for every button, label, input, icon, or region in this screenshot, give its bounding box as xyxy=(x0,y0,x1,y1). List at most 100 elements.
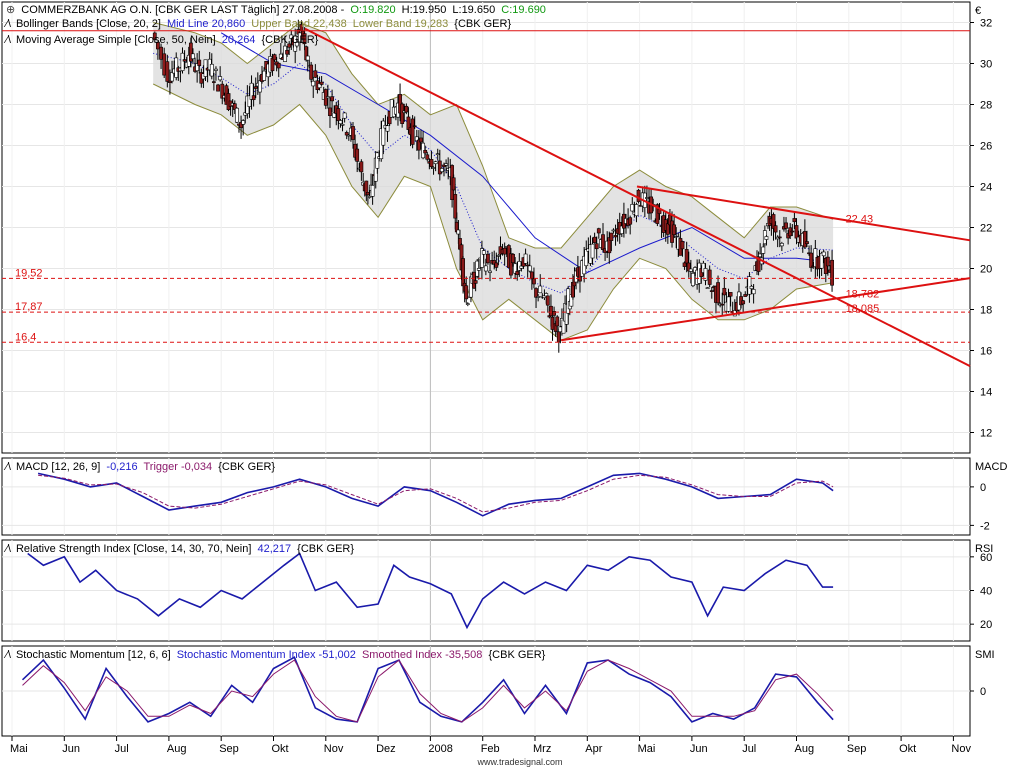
candle-body xyxy=(165,61,170,82)
candle-body xyxy=(218,76,223,81)
candle-body xyxy=(680,241,685,250)
rsi-tick-label: 20 xyxy=(980,619,992,631)
bollinger-lower-value: Lower Band 19,283 xyxy=(353,18,448,30)
candle-body xyxy=(784,222,788,229)
candle-body xyxy=(743,294,748,297)
level-label: 17,87 xyxy=(15,301,43,313)
candle-body xyxy=(515,271,520,275)
candle-body xyxy=(412,125,417,128)
candle-body xyxy=(764,236,769,240)
candle-body xyxy=(440,168,444,172)
macd-label: MACD [12, 26, 9] xyxy=(16,461,100,473)
candle-body xyxy=(180,52,185,71)
candle-body xyxy=(705,287,710,290)
candle-body xyxy=(728,292,733,297)
candle-body xyxy=(682,262,687,267)
candle-body xyxy=(367,196,372,198)
time-tick-label: Mrz xyxy=(533,743,551,755)
candle-body xyxy=(536,296,541,298)
candle-body xyxy=(330,96,334,102)
candle-body xyxy=(435,153,440,156)
candle-body xyxy=(613,235,618,238)
candle-body xyxy=(790,230,795,233)
candle-body xyxy=(483,265,488,272)
price-panel: 19,52 17,87 16,4 22.43 18.782 18.085 12 14 16 18… xyxy=(1,1,992,454)
candle-body xyxy=(429,159,434,168)
price-tick-label: 32 xyxy=(980,18,992,30)
candle-body xyxy=(523,253,528,264)
candle-body xyxy=(722,287,727,296)
candle-body xyxy=(665,223,670,235)
candle-body xyxy=(584,249,589,267)
candle-body xyxy=(716,282,720,304)
candle-body xyxy=(464,285,469,300)
price-tick-label: 12 xyxy=(980,428,992,440)
candle-body xyxy=(726,296,731,312)
candle-body xyxy=(821,251,826,257)
candle-body xyxy=(594,243,599,250)
time-tick-label: Okt xyxy=(899,743,916,755)
candle-body xyxy=(309,64,314,80)
time-tick-label: Mai xyxy=(638,743,656,755)
time-tick-label: Jul xyxy=(115,743,129,755)
candle-body xyxy=(370,185,375,197)
candle-body xyxy=(170,72,174,82)
candle-body xyxy=(481,250,486,255)
candle-body xyxy=(319,81,324,85)
candle-body xyxy=(159,46,163,60)
candle-body xyxy=(209,63,214,77)
candle-body xyxy=(375,152,380,169)
candle-body xyxy=(444,163,448,166)
candle-body xyxy=(425,154,430,160)
macd-tick-label: 0 xyxy=(980,482,986,494)
candle-body xyxy=(555,316,560,327)
candle-body xyxy=(311,80,316,87)
rsi-panel: 204060 RSI ⁄\ Relative Strength Index [C… xyxy=(1,539,993,642)
candle-body xyxy=(691,273,695,287)
macd-value: -0,216 xyxy=(106,461,137,473)
header-line-1: ⊕ COMMERZBANK AG O.N. [CBK GER LAST Tägl… xyxy=(6,4,546,16)
candle-body xyxy=(162,53,167,76)
candle-body xyxy=(628,217,633,225)
level-annotation: 22.43 xyxy=(846,214,874,226)
footer-brand: www.tradesignal.com xyxy=(476,757,562,767)
candle-body xyxy=(684,249,689,264)
time-tick-label: Feb xyxy=(481,743,500,755)
currency-label: € xyxy=(975,5,981,17)
smi-smoothed-value: Smoothed Index -35,508 xyxy=(362,649,482,661)
candle-body xyxy=(779,242,784,247)
smi-header: ⁄\ Stochastic Momentum [12, 6, 6] Stocha… xyxy=(3,649,546,661)
time-tick-label: Sep xyxy=(219,743,239,755)
close-value: C:19.690 xyxy=(501,4,546,16)
level-label: 19,52 xyxy=(15,267,43,279)
candle-body xyxy=(709,290,714,292)
price-tick-label: 28 xyxy=(980,100,992,112)
macd-header: ⁄\ MACD [12, 26, 9] -0,216 Trigger -0,03… xyxy=(3,461,275,473)
rsi-tick-label: 40 xyxy=(980,586,992,598)
candle-body xyxy=(272,54,277,61)
macd-source: {CBK GER} xyxy=(218,461,275,473)
candle-body xyxy=(431,167,436,169)
candle-body xyxy=(545,295,550,306)
sma-label: Moving Average Simple [Close, 50, Nein] xyxy=(16,34,216,46)
chart-canvas: 19,52 17,87 16,4 22.43 18.782 18.085 12 14 16 18… xyxy=(0,0,1024,768)
macd-axis-title: MACD xyxy=(975,461,1007,473)
candle-body xyxy=(741,300,746,305)
price-tick-label: 14 xyxy=(980,387,992,399)
bollinger-label: Bollinger Bands [Close, 20, 2] xyxy=(16,18,161,30)
candle-body xyxy=(216,84,220,92)
macd-trigger-value: Trigger -0,034 xyxy=(143,461,212,473)
candle-body xyxy=(601,234,605,250)
candle-body xyxy=(381,120,386,146)
price-tick-label: 24 xyxy=(980,182,992,194)
candle-body xyxy=(596,228,601,234)
pin-icon: ⊕ xyxy=(6,4,15,16)
rsi-header: ⁄\ Relative Strength Index [Close, 14, 3… xyxy=(3,543,354,555)
candle-body xyxy=(313,70,318,78)
candle-body xyxy=(609,232,614,241)
candle-body xyxy=(338,120,343,124)
candle-body xyxy=(534,288,538,298)
rsi-label: Relative Strength Index [Close, 14, 30, … xyxy=(16,543,251,555)
header-line-3: ⁄\ Moving Average Simple [Close, 50, Nei… xyxy=(3,34,319,46)
level-label: 16,4 xyxy=(15,331,36,343)
